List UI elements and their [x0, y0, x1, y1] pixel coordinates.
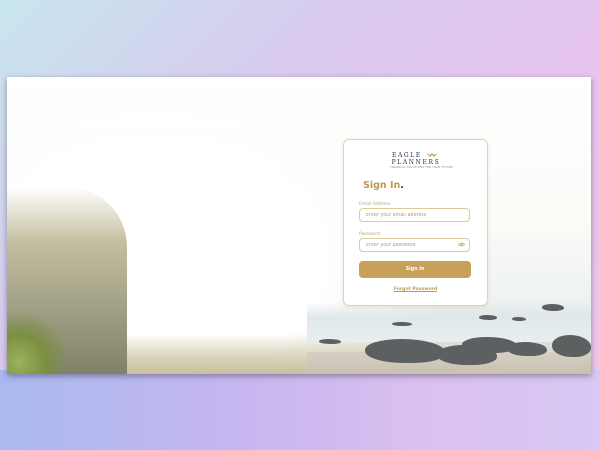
background-rock [479, 315, 497, 320]
logo-tagline: FINANCIAL SOLUTIONS FOR YOUR FUTURE [390, 166, 454, 169]
background-rock [552, 335, 591, 357]
app-window: EAGLE PLANNERS FINANCIAL SOLUTIONS FOR Y… [7, 77, 591, 374]
signin-card: EAGLE PLANNERS FINANCIAL SOLUTIONS FOR Y… [343, 139, 488, 306]
logo-text-line2: PLANNERS [391, 159, 441, 166]
company-logo: EAGLE PLANNERS FINANCIAL SOLUTIONS FOR Y… [390, 152, 454, 174]
page-background-gradient [0, 370, 600, 450]
background-rock [319, 339, 341, 344]
page-title: Sign In. [363, 180, 404, 191]
background-rock [542, 304, 564, 311]
title-text: Sign In [363, 180, 401, 191]
background-rock [507, 342, 547, 356]
eagle-logo-icon [426, 153, 438, 157]
password-field[interactable] [359, 238, 470, 252]
password-label: Password [359, 232, 381, 237]
email-label: Email Address [359, 202, 391, 207]
email-field[interactable] [359, 208, 470, 222]
background-foliage [7, 314, 67, 374]
signin-button[interactable]: Sign In [359, 261, 471, 278]
title-dot: . [400, 180, 404, 191]
background-rock [365, 339, 445, 363]
background-rock [392, 322, 412, 326]
forgot-password-link[interactable]: Forgot Password [344, 287, 487, 292]
background-rock [512, 317, 526, 321]
eye-icon[interactable] [458, 242, 465, 247]
